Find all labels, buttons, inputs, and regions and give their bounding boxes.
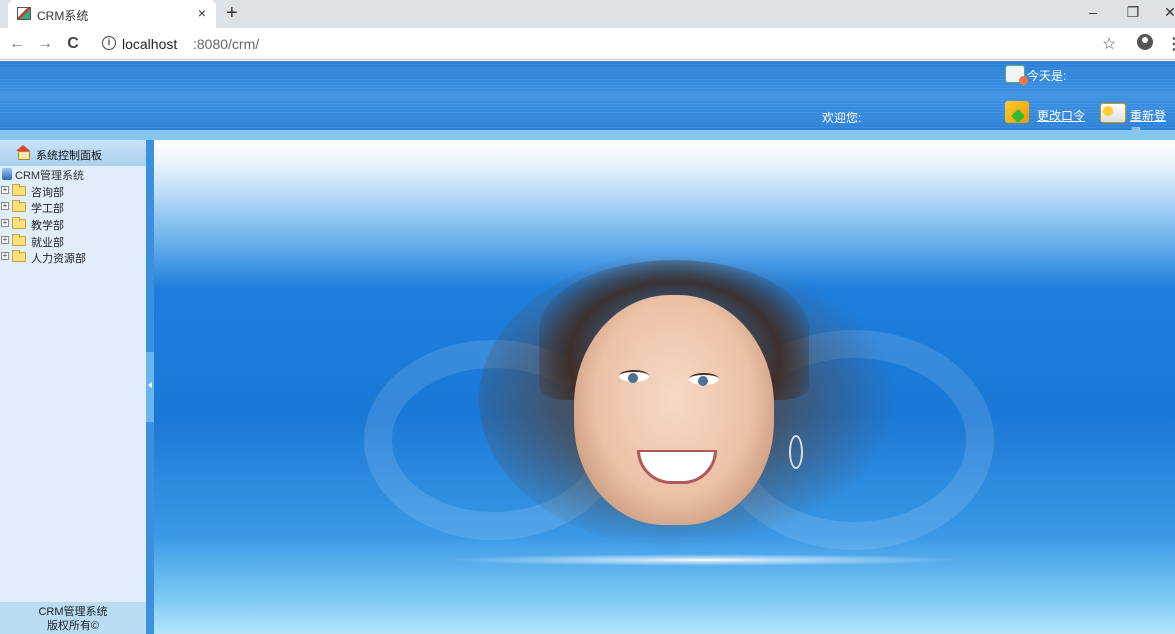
change-password-link[interactable]: 更改口令 [1037,107,1085,124]
folder-icon [12,217,26,229]
restore-icon[interactable]: ❐ [1123,4,1143,21]
collapse-sidebar-handle[interactable] [146,352,154,422]
tree-item-label: 教学部 [31,220,64,232]
info-icon[interactable]: i [102,36,116,50]
portrait-earring [789,435,803,469]
expand-icon[interactable]: + [1,202,9,210]
tree-item-student-affairs[interactable]: + 学工部 [0,198,140,215]
app-header: 今天是: 欢迎您: 更改口令 重新登录 [0,61,1175,140]
folder-icon [12,200,26,212]
relogin-icon[interactable] [1100,103,1126,123]
profile-icon[interactable] [1137,34,1153,50]
footer-copyright: 版权所有© [46,620,100,632]
control-panel-title: 系统控制面板 [36,150,102,162]
today-label: 今天是: [1027,69,1067,83]
calendar-icon [1005,65,1028,85]
header-separator [0,130,1175,140]
url-path: :8080/crm/ [193,36,260,52]
tab-title: CRM系统 [37,9,89,23]
forward-icon[interactable]: → [35,34,55,54]
home-icon [16,145,30,160]
tree-item-employment[interactable]: + 就业部 [0,232,140,249]
expand-icon[interactable]: + [1,186,9,194]
main-content-area [154,140,1175,634]
back-icon[interactable]: ← [7,34,27,54]
welcome-label: 欢迎您: [822,111,862,125]
footer-system-name: CRM管理系统 [38,606,108,618]
sidebar-splitter[interactable] [146,140,154,634]
portrait-eye [619,370,649,383]
minimize-icon[interactable]: – [1083,4,1103,20]
folder-icon [12,250,26,262]
expand-icon[interactable]: + [1,219,9,227]
browser-toolbar: ← → C i localhost :8080/crm/ ☆ ⋮ [0,28,1175,60]
collapse-arrow-icon[interactable] [148,382,152,388]
page-favicon-icon [17,7,31,20]
new-tab-button[interactable]: + [226,3,238,23]
portrait-eye [689,373,719,386]
folder-icon [12,234,26,246]
close-window-icon[interactable]: ✕ [1160,4,1175,21]
control-panel-header: 系统控制面板 [0,140,146,166]
computer-icon [2,168,12,180]
reload-icon[interactable]: C [63,34,83,54]
sidebar: 系统控制面板 CRM管理系统 + 咨询部 + 学工部 + 教学部 + 就业部 + [0,140,146,634]
sidebar-footer: CRM管理系统 版权所有© [0,602,146,634]
bookmark-star-icon[interactable]: ☆ [1102,34,1116,54]
folder-icon [12,184,26,196]
expand-icon[interactable]: + [1,252,9,260]
light-glow [444,554,964,566]
tree-item-consulting[interactable]: + 咨询部 [0,182,140,199]
expand-icon[interactable]: + [1,236,9,244]
browser-tab[interactable]: CRM系统 × [8,0,216,28]
tree-root-label: CRM管理系统 [15,170,85,182]
tree-item-teaching[interactable]: + 教学部 [0,215,140,232]
portrait-face [574,295,774,525]
browser-menu-icon[interactable]: ⋮ [1166,34,1175,54]
url-host: localhost [122,36,178,52]
tree-item-human-resources[interactable]: + 人力资源部 [0,248,140,265]
address-bar[interactable]: i localhost :8080/crm/ [92,32,1132,56]
tree-item-label: 人力资源部 [31,253,86,265]
welcome-portrait-image [479,250,899,550]
browser-tab-bar: CRM系统 × + – ❐ ✕ [0,0,1175,28]
tree-item-label: 学工部 [31,203,64,215]
close-tab-icon[interactable]: × [195,5,209,21]
change-password-icon[interactable] [1005,101,1029,123]
